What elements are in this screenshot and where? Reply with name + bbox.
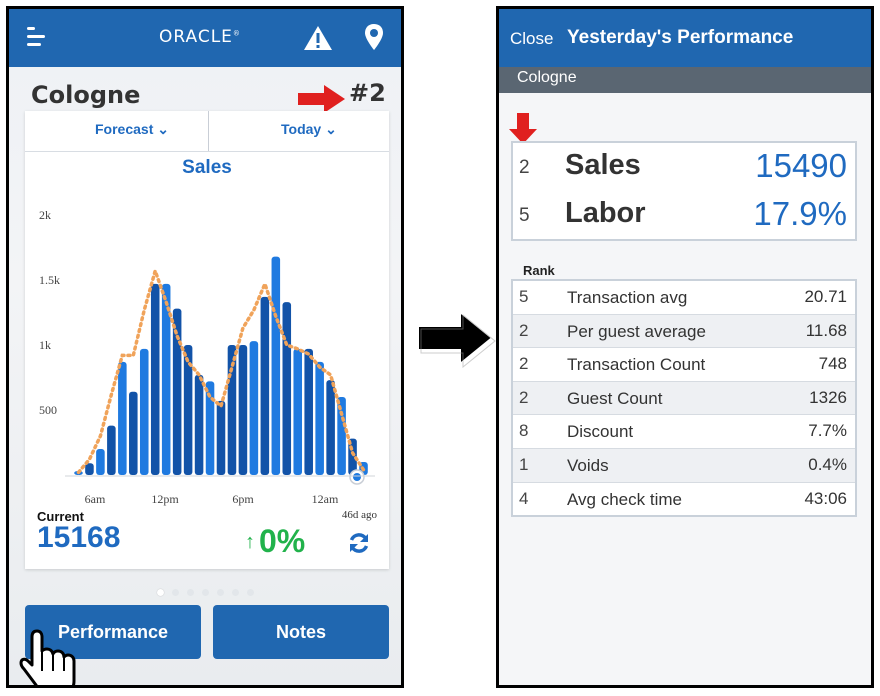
x-tick-label: 12pm (151, 492, 179, 506)
primary-metric-row[interactable]: 5 Labor 17.9% (513, 193, 855, 241)
bar (304, 348, 313, 475)
bar (150, 283, 160, 475)
bar (315, 361, 324, 475)
sales-card: Forecast ⌄ Today ⌄ Sales 2k 1.5k 1k 500 6am 1… (25, 111, 389, 569)
metrics-table: 5 Transaction avg 20.71 2 Per guest average… (511, 279, 857, 518)
metric-value: 11.68 (805, 320, 847, 340)
arrow-up-icon: ↑ (245, 531, 255, 553)
metric-rank: 2 (519, 354, 529, 374)
bar (118, 361, 127, 475)
close-button[interactable]: Close (510, 29, 553, 49)
hand-pointer-icon (19, 629, 76, 685)
table-row[interactable]: 2 Transaction Count 748 (513, 348, 855, 382)
metric-label: Avg check time (567, 489, 682, 509)
map-pin-icon[interactable] (364, 23, 384, 51)
transition-arrow-icon (417, 309, 496, 368)
y-tick-label: 500 (39, 403, 57, 417)
metric-rank: 2 (519, 157, 530, 178)
table-row[interactable]: 8 Discount 7.7% (513, 415, 855, 449)
metric-label: Per guest average (567, 321, 706, 341)
page-dot[interactable] (201, 589, 209, 596)
metric-label: Voids (567, 455, 609, 475)
metric-rank: 5 (519, 205, 530, 226)
location-title: Cologne (31, 81, 141, 109)
table-row[interactable]: 2 Guest Count 1326 (513, 381, 855, 416)
bar (129, 391, 138, 475)
last-updated-label: 46d ago (341, 509, 377, 521)
page-dot[interactable] (216, 589, 224, 596)
bar (271, 256, 281, 475)
warning-icon[interactable] (303, 24, 333, 52)
top-app-bar: ORACLE® (9, 9, 401, 67)
metric-label: Discount (567, 422, 634, 442)
metric-value: 43:06 (804, 488, 847, 508)
metric-label: Guest Count (567, 388, 663, 408)
page-dot[interactable] (186, 589, 194, 596)
metric-value: 17.9% (753, 195, 847, 232)
bar (238, 345, 248, 475)
x-tick-label: 6pm (232, 492, 254, 506)
metric-value: 1326 (809, 387, 847, 407)
y-tick-label: 1k (39, 338, 51, 352)
refresh-icon[interactable] (347, 531, 371, 555)
metric-value: 15490 (755, 147, 847, 184)
metric-rank: 8 (519, 421, 529, 441)
current-value: 15168 (37, 521, 121, 554)
rank-label: #2 (349, 79, 386, 107)
bar (282, 302, 292, 475)
metric-label: Transaction Count (567, 355, 706, 375)
table-row[interactable]: 4 Avg check time 43:06 (513, 483, 855, 516)
metric-label: Transaction avg (567, 288, 688, 307)
bar (96, 449, 105, 475)
notes-button[interactable]: Notes (213, 605, 389, 659)
metric-rank: 5 (519, 287, 529, 306)
rank-column-header: Rank (523, 263, 555, 278)
y-tick-label: 2k (39, 208, 51, 222)
primary-metric-row[interactable]: 2 Sales 15490 (513, 145, 855, 193)
table-row[interactable]: 2 Per guest average 11.68 (513, 314, 855, 349)
bar (293, 348, 303, 475)
x-tick-label: 6am (85, 492, 106, 506)
table-row[interactable]: 5 Transaction avg 20.71 (513, 281, 855, 315)
change-indicator: ↑ 0% (245, 523, 306, 559)
left-phone-screen: ORACLE® Cologne #2 Forecast ⌄ Today ⌄ Sa… (6, 6, 404, 688)
metric-value: 748 (818, 354, 847, 374)
hamburger-menu-icon[interactable] (25, 25, 49, 49)
current-time-dot (353, 473, 361, 481)
red-arrow-right-icon (298, 85, 345, 113)
sales-chart: 2k 1.5k 1k 500 6am 12pm 6pm 12am (39, 208, 375, 506)
metric-label: Labor (565, 197, 646, 229)
performance-header: Close Yesterday's Performance (499, 9, 871, 67)
bar (139, 348, 149, 475)
page-dot[interactable] (231, 589, 239, 596)
page-indicator[interactable] (9, 581, 401, 600)
page-dot[interactable] (171, 589, 179, 596)
table-row[interactable]: 1 Voids 0.4% (513, 448, 855, 483)
oracle-logo: ORACLE® (159, 27, 241, 47)
metric-label: Sales (565, 149, 641, 181)
metric-rank: 2 (519, 387, 529, 407)
page-title: Yesterday's Performance (567, 27, 794, 48)
page-dot[interactable] (246, 589, 254, 596)
y-tick-label: 1.5k (39, 273, 60, 287)
bar (194, 374, 204, 475)
metric-value: 20.71 (804, 287, 847, 306)
bar (107, 425, 116, 475)
bar (85, 463, 94, 475)
metric-rank: 4 (519, 488, 529, 508)
bar (326, 380, 335, 475)
x-tick-label: 12am (312, 492, 339, 506)
metric-value: 7.7% (808, 421, 847, 441)
metric-rank: 2 (519, 320, 529, 340)
bar (216, 400, 226, 475)
right-phone-screen: Close Yesterday's Performance Cologne 2 … (496, 6, 874, 688)
metric-rank: 1 (519, 454, 529, 474)
location-subheader: Cologne (499, 67, 871, 93)
bar (260, 296, 270, 475)
bar (249, 341, 259, 475)
primary-metrics: 2 Sales 15490 5 Labor 17.9% (511, 141, 857, 241)
metric-value: 0.4% (808, 454, 847, 474)
page-dot[interactable] (156, 589, 164, 596)
